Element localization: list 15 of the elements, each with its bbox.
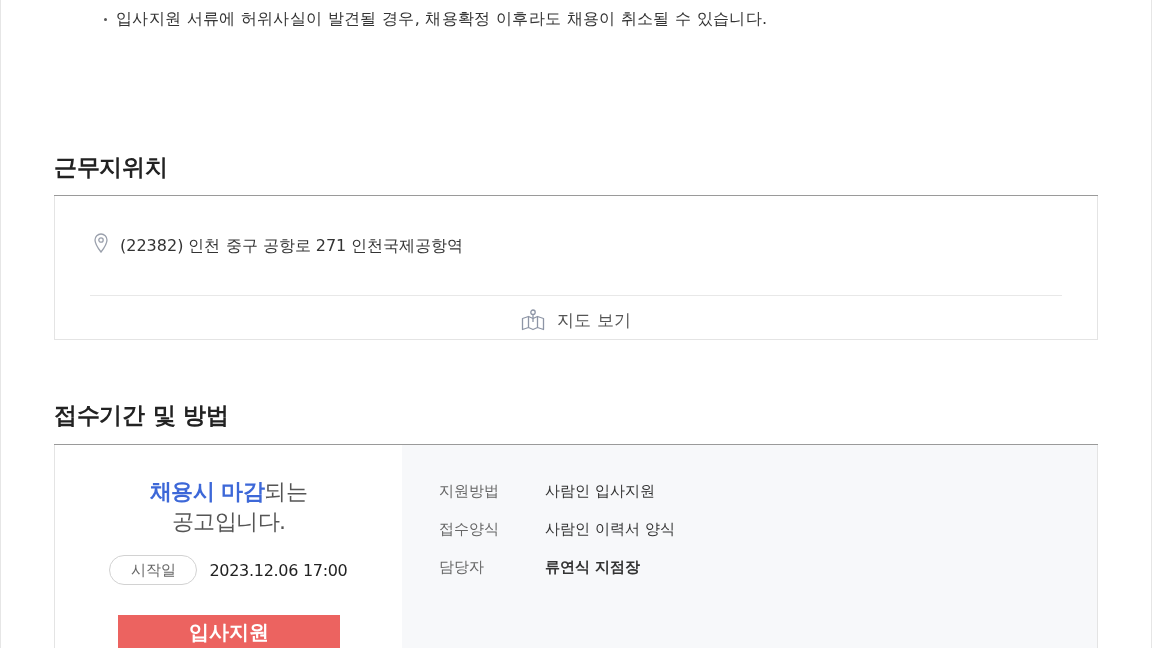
detail-label: 접수양식: [439, 519, 500, 539]
detail-label: 지원방법: [439, 481, 500, 501]
detail-label: 담당자: [439, 557, 485, 577]
bullet-icon: [104, 18, 107, 21]
deadline-text: 채용시 마감되는 공고입니다.: [148, 478, 309, 536]
notice-text: 입사지원 서류에 허위사실이 발견될 경우, 채용확정 이후라도 채용이 취소될 수 있습니다.: [116, 9, 768, 29]
folded-map-icon: [521, 309, 546, 331]
section-heading: 근무지위치: [54, 152, 1098, 196]
detail-value: 사람인 입사지원: [545, 481, 655, 501]
location-pin-icon: [94, 233, 108, 253]
detail-value: 류연식 지점장: [545, 557, 641, 577]
start-date-text: 2023.12.06 17:00: [209, 560, 348, 580]
address-text: (22382) 인천 중구 공항로 271 인천국제공항역: [120, 236, 464, 256]
detail-value: 사람인 이력서 양식: [545, 519, 675, 539]
view-map-button[interactable]: 지도 보기: [521, 308, 631, 332]
